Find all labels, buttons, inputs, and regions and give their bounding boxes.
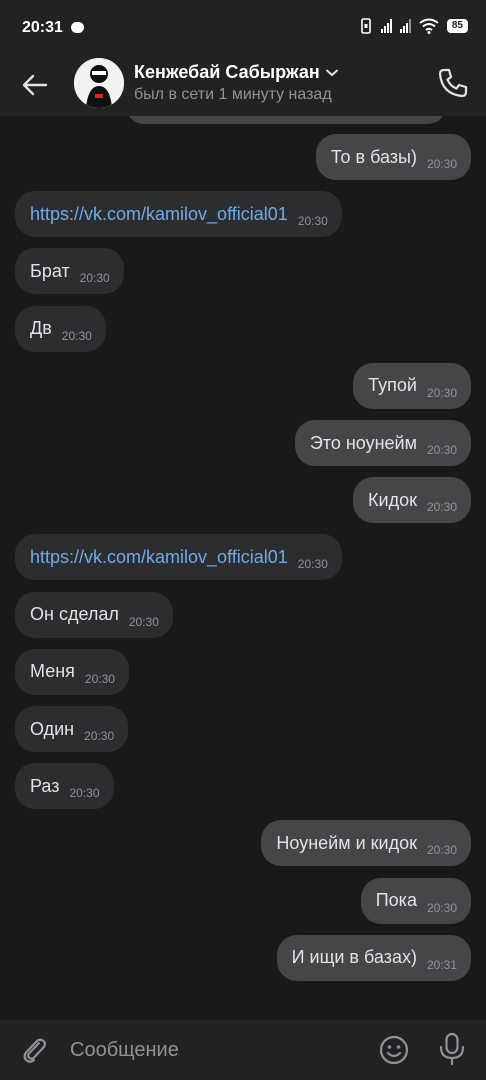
incoming-message[interactable]: Меня 20:30 bbox=[15, 648, 129, 695]
message-text: Брат bbox=[30, 260, 70, 281]
partial-message-bubble bbox=[126, 116, 446, 124]
message-time: 20:30 bbox=[84, 671, 115, 686]
avatar-image bbox=[74, 58, 124, 108]
chat-header: Кенжебай Сабыржан был в сети 1 минуту на… bbox=[0, 58, 486, 116]
contact-name-text: Кенжебай Сабыржан bbox=[134, 62, 320, 82]
message-text: Дв bbox=[30, 318, 52, 339]
message-text: Кидок bbox=[368, 489, 417, 510]
outgoing-message[interactable]: Кидок 20:30 bbox=[353, 477, 471, 524]
incoming-message[interactable]: Он сделал 20:30 bbox=[15, 591, 173, 638]
chat-notification-icon bbox=[71, 22, 84, 33]
message-text: То в базы) bbox=[330, 146, 417, 167]
message-time: 20:30 bbox=[61, 328, 92, 343]
message-time: 20:30 bbox=[426, 157, 457, 171]
signal-icon bbox=[380, 19, 392, 33]
message-text: Он сделал bbox=[30, 604, 119, 625]
incoming-message[interactable]: Один 20:30 bbox=[15, 706, 129, 752]
message-text: Тупой bbox=[368, 375, 417, 396]
message-link[interactable]: https://vk.com/kamilov_official01 bbox=[30, 547, 288, 568]
wifi-icon bbox=[419, 18, 439, 34]
message-time: 20:30 bbox=[426, 500, 457, 515]
incoming-message[interactable]: https://vk.com/kamilov_official01 20:30 bbox=[15, 191, 342, 238]
message-time: 20:30 bbox=[84, 729, 115, 743]
signal-icon-2 bbox=[399, 19, 411, 33]
outgoing-message[interactable]: И ищи в базах) 20:31 bbox=[276, 934, 471, 981]
message-text: Меня bbox=[30, 661, 75, 682]
message-composer bbox=[0, 1020, 486, 1080]
avatar[interactable] bbox=[74, 58, 124, 108]
message-time: 20:30 bbox=[426, 843, 457, 858]
incoming-message[interactable]: Раз 20:30 bbox=[15, 763, 114, 810]
status-indicators: 85 bbox=[359, 18, 468, 34]
battery-icon: 85 bbox=[446, 19, 468, 33]
smiley-icon[interactable] bbox=[378, 1034, 410, 1066]
message-text: Ноунейм и кидок bbox=[276, 832, 417, 853]
status-time: 20:31 bbox=[22, 19, 63, 36]
message-input[interactable] bbox=[70, 1034, 360, 1066]
vibrate-icon bbox=[361, 18, 371, 34]
incoming-message[interactable]: https://vk.com/kamilov_official01 20:30 bbox=[15, 534, 342, 581]
status-bar: 20:31 85 bbox=[0, 0, 486, 58]
chevron-down-icon bbox=[325, 69, 338, 76]
message-time: 20:30 bbox=[297, 214, 328, 229]
message-time: 20:30 bbox=[128, 614, 159, 629]
back-arrow-icon[interactable] bbox=[20, 70, 50, 100]
message-time: 20:30 bbox=[426, 443, 457, 457]
message-text: Раз bbox=[30, 775, 60, 796]
message-link[interactable]: https://vk.com/kamilov_official01 bbox=[30, 204, 288, 225]
microphone-icon[interactable] bbox=[436, 1032, 468, 1066]
outgoing-message[interactable]: То в базы) 20:30 bbox=[315, 134, 471, 180]
message-time: 20:30 bbox=[426, 900, 457, 915]
message-text: Это ноунейм bbox=[309, 432, 417, 453]
paperclip-icon[interactable] bbox=[18, 1034, 50, 1066]
phone-icon[interactable] bbox=[436, 66, 470, 100]
incoming-message[interactable]: Дв 20:30 bbox=[15, 305, 106, 352]
message-time: 20:30 bbox=[69, 786, 100, 801]
message-text: Пока bbox=[375, 890, 417, 911]
outgoing-message[interactable]: Это ноунейм 20:30 bbox=[294, 420, 471, 466]
message-time: 20:30 bbox=[297, 557, 328, 572]
message-time: 20:31 bbox=[426, 957, 457, 972]
message-text: Один bbox=[30, 718, 75, 739]
contact-name[interactable]: Кенжебай Сабыржан bbox=[134, 62, 338, 83]
outgoing-message[interactable]: Ноунейм и кидок 20:30 bbox=[261, 820, 471, 867]
incoming-message[interactable]: Брат 20:30 bbox=[15, 248, 124, 295]
last-seen-status: был в сети 1 минуту назад bbox=[134, 86, 332, 103]
outgoing-message[interactable]: Пока 20:30 bbox=[360, 877, 471, 924]
message-text: И ищи в базах) bbox=[291, 947, 417, 968]
message-time: 20:30 bbox=[426, 385, 457, 400]
outgoing-message[interactable]: Тупой 20:30 bbox=[353, 362, 471, 409]
message-list[interactable]: То в базы) 20:30 https://vk.com/kamilov_of… bbox=[0, 116, 486, 1020]
message-time: 20:30 bbox=[79, 271, 110, 286]
